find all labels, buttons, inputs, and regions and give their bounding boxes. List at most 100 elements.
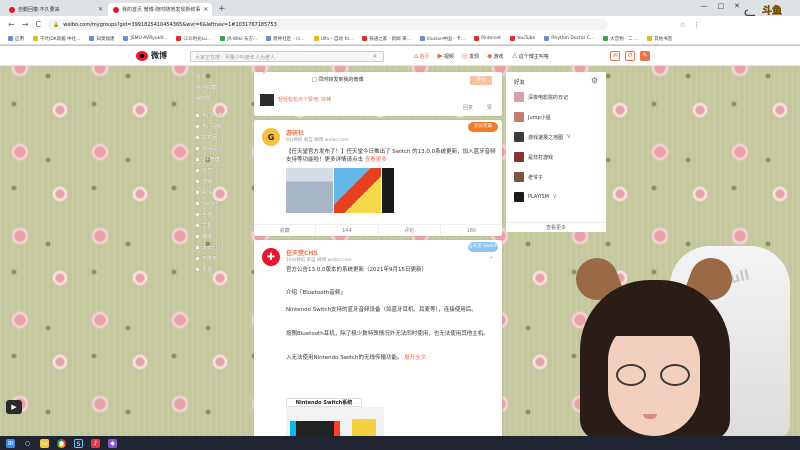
- like-button[interactable]: 186: [441, 225, 502, 236]
- chrome-icon[interactable]: ●: [57, 438, 66, 448]
- left-nav-item[interactable]: 不推荐: [192, 254, 248, 265]
- repost-checkbox-label[interactable]: □ 同时转发到我的微博: [312, 76, 363, 83]
- left-nav-item[interactable]: 首页: [192, 72, 248, 83]
- left-nav-item[interactable]: Switch: [192, 199, 248, 210]
- left-nav-item[interactable]: 我的赞: [192, 94, 248, 105]
- left-nav-item[interactable]: 主机: [192, 221, 248, 232]
- address-bar[interactable]: 🔒 weibo.com/mygroups?gid=399182541045436…: [48, 19, 608, 30]
- left-nav-item[interactable]: ACG: [192, 188, 248, 199]
- member-badge[interactable]: 会员专属: [468, 122, 498, 132]
- search-icon[interactable]: ○: [23, 439, 32, 448]
- left-nav-item[interactable]: 好友圈: [192, 133, 248, 144]
- nav-discover[interactable]: ◎发现: [462, 52, 479, 60]
- maximize-icon[interactable]: □: [718, 2, 725, 10]
- browser-tab-1[interactable]: 自動回複·不久要来 ✕: [4, 3, 108, 16]
- left-nav-item[interactable]: 热门微博: [192, 111, 248, 122]
- minimize-icon[interactable]: —: [701, 2, 708, 10]
- sidebar-user[interactable]: 老爷子: [514, 172, 543, 182]
- feed-post: G 游研社 9分钟前 来自 微博 weibo.com 会员专属 【任天堂官方发布…: [254, 120, 502, 236]
- left-nav-item[interactable]: 我的收藏: [192, 83, 248, 94]
- bookmark[interactable]: Rhythm Doctor C...: [544, 36, 594, 41]
- close-tab-icon[interactable]: ✕: [98, 6, 103, 13]
- bookmark[interactable]: JSMU-AVRyuk9...: [123, 36, 167, 41]
- bookmark[interactable]: JR-Wiki-东方...: [220, 36, 257, 42]
- reply-link[interactable]: 回复: [463, 104, 473, 111]
- favorite-button[interactable]: 收藏: [254, 225, 317, 236]
- bookmark[interactable]: 应用: [8, 36, 24, 42]
- nav-game[interactable]: ◆游戏: [487, 52, 503, 60]
- sidebar-user[interactable]: 深夜电影院的日记: [514, 92, 568, 102]
- windows-start-icon[interactable]: ⊞: [6, 438, 15, 448]
- left-nav-item[interactable]: 更多: [192, 265, 248, 276]
- collapse-caret[interactable]: ^: [262, 72, 276, 78]
- friends-sidebar: 好友 ⚙ 深夜电影院的日记 Jump小屋 游戏速报之地图 V 是非打游戏 老爷子…: [506, 72, 606, 232]
- url-text[interactable]: weibo.com/mygroups?gid=3991825410454365&…: [63, 22, 277, 28]
- search-input[interactable]: 大家正在搜：尽量少叫老年人为老人: [190, 51, 384, 62]
- left-nav-item[interactable]: 综艺: [192, 166, 248, 177]
- nav-video[interactable]: ▶视频: [437, 52, 453, 60]
- new-tab-button[interactable]: +: [212, 3, 232, 16]
- browser-tab-2[interactable]: 我的首页 微博-随时随地发现新鲜事 ✕: [108, 3, 212, 16]
- bookmark[interactable]: YouTube: [509, 36, 535, 41]
- bookmark[interactable]: 原神社区 - 川...: [266, 36, 305, 42]
- bookmark[interactable]: (23)时光Lu...: [176, 36, 211, 42]
- post-image[interactable]: [382, 168, 394, 213]
- repost-button[interactable]: 144: [316, 225, 379, 236]
- sidebar-user[interactable]: 游戏速报之地图 V: [514, 132, 570, 142]
- post-image[interactable]: [286, 168, 333, 213]
- bookmark[interactable]: 大宫物 · 二 ...: [603, 36, 638, 42]
- bookmark[interactable]: Pinterest: [474, 36, 501, 41]
- music-icon[interactable]: ♪: [91, 438, 100, 448]
- left-nav-item[interactable]: V+微博: [192, 155, 248, 166]
- star-icon[interactable]: ☆: [680, 21, 686, 29]
- post-author[interactable]: 游研社: [286, 128, 304, 137]
- menu-icon[interactable]: ⋮: [693, 21, 700, 29]
- left-nav-item[interactable]: 手游: [192, 210, 248, 221]
- gear-icon[interactable]: ⚙: [591, 76, 598, 85]
- read-more-link[interactable]: 查看更多: [365, 157, 387, 163]
- folder-icon[interactable]: ▭: [40, 438, 49, 448]
- switch-badge[interactable]: 任天堂 Switch: [468, 242, 498, 252]
- bookmark[interactable]: 快递之家 - 新闻 来...: [362, 36, 411, 42]
- nav-home[interactable]: ⌂首页: [414, 52, 429, 60]
- play-button[interactable]: ▶: [6, 400, 22, 414]
- avatar[interactable]: G: [262, 128, 280, 146]
- back-icon[interactable]: ←: [8, 20, 15, 29]
- post-image[interactable]: [286, 407, 384, 436]
- bookmark[interactable]: 知莫福建: [89, 36, 114, 42]
- like-link[interactable]: 赞: [487, 104, 492, 111]
- compose-icon[interactable]: ✎: [640, 51, 650, 61]
- left-nav-item[interactable]: 游戏: [192, 177, 248, 188]
- reload-icon[interactable]: C: [35, 20, 41, 29]
- bookmark[interactable]: Illusion中国 - 卡...: [419, 36, 465, 42]
- app-icon[interactable]: ◆: [108, 438, 117, 448]
- settings-icon[interactable]: ⚙: [625, 51, 635, 61]
- search-icon[interactable]: ⌕: [373, 52, 377, 61]
- sidebar-user[interactable]: PLAYISM V: [514, 192, 556, 202]
- avatar[interactable]: ✚: [262, 248, 280, 266]
- forward-icon[interactable]: →: [22, 20, 29, 29]
- see-more-link[interactable]: 查看更多: [506, 222, 606, 232]
- sidebar-user[interactable]: Jump小屋: [514, 112, 551, 122]
- sidebar-user[interactable]: 是非打游戏: [514, 152, 553, 162]
- bookmark[interactable]: 其他书签: [647, 36, 672, 42]
- post-image[interactable]: [334, 168, 381, 213]
- left-nav-item[interactable]: 特别关注: [192, 144, 248, 155]
- nav-profile[interactable]: ♙这个博主叫啥: [511, 52, 548, 60]
- comment-button[interactable]: 评论: [379, 225, 441, 236]
- left-nav-item[interactable]: 太太们: [192, 243, 248, 254]
- send-comment-button[interactable]: 评论: [470, 76, 492, 85]
- post-author[interactable]: 任天堂CHS: [286, 248, 318, 257]
- weibo-logo[interactable]: 微博: [136, 50, 167, 61]
- bookmark[interactable]: 千叶JDK新搬 中社...: [33, 36, 80, 42]
- expand-link[interactable]: 展开全文: [404, 355, 426, 361]
- post-action-bar: 收藏 144 评论 186: [254, 224, 502, 236]
- steam-icon[interactable]: S: [74, 438, 83, 448]
- left-nav-item[interactable]: 热门视频: [192, 122, 248, 133]
- close-window-icon[interactable]: ✕: [734, 2, 740, 10]
- chevron-down-icon[interactable]: ⌄: [489, 253, 494, 260]
- close-tab-icon[interactable]: ✕: [203, 6, 208, 13]
- bookmark[interactable]: Ultv - 自动 fd...: [313, 36, 353, 42]
- message-icon[interactable]: ✉: [610, 51, 620, 61]
- left-nav-item[interactable]: 推推: [192, 232, 248, 243]
